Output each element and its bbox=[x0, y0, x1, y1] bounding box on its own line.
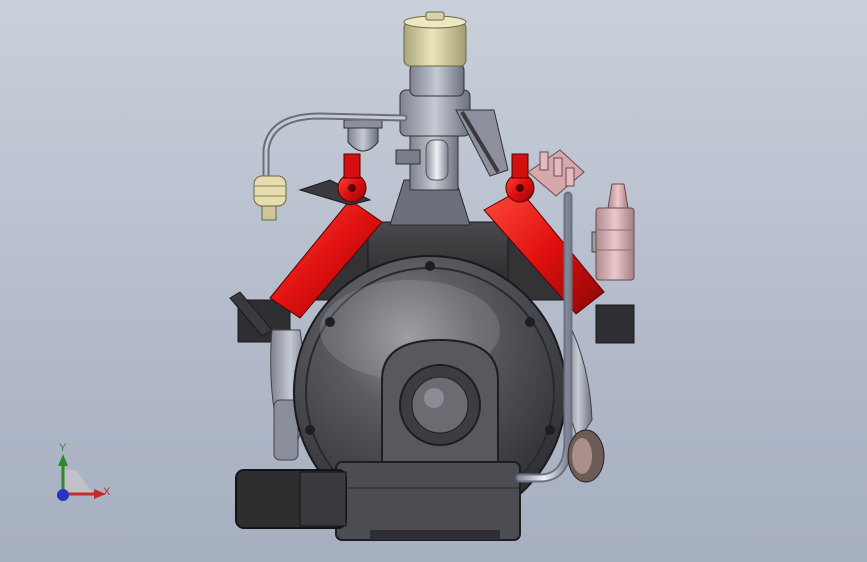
y-axis-arrow bbox=[58, 454, 68, 466]
intake-manifold bbox=[389, 89, 509, 226]
ignition-coil bbox=[591, 183, 635, 281]
distributor bbox=[527, 149, 585, 197]
triad-xy-plane bbox=[63, 470, 94, 494]
air-cleaner bbox=[403, 11, 467, 67]
fuel-line bbox=[262, 112, 408, 182]
starter-motor bbox=[235, 469, 347, 529]
rear-main-housing bbox=[381, 338, 499, 471]
vacuum-canister bbox=[343, 119, 383, 152]
y-axis-label: Y bbox=[59, 442, 67, 454]
z-axis-dot bbox=[57, 489, 69, 501]
reference-triad bbox=[57, 454, 106, 501]
graphics-viewport[interactable]: Y X bbox=[0, 0, 867, 562]
fuel-filter bbox=[253, 175, 287, 221]
lower-pulley bbox=[567, 429, 605, 483]
carburetor bbox=[409, 63, 465, 97]
right-engine-mount bbox=[595, 304, 635, 344]
x-axis-label: X bbox=[103, 486, 111, 498]
engine-model[interactable] bbox=[0, 0, 867, 562]
oil-pan bbox=[335, 461, 521, 541]
